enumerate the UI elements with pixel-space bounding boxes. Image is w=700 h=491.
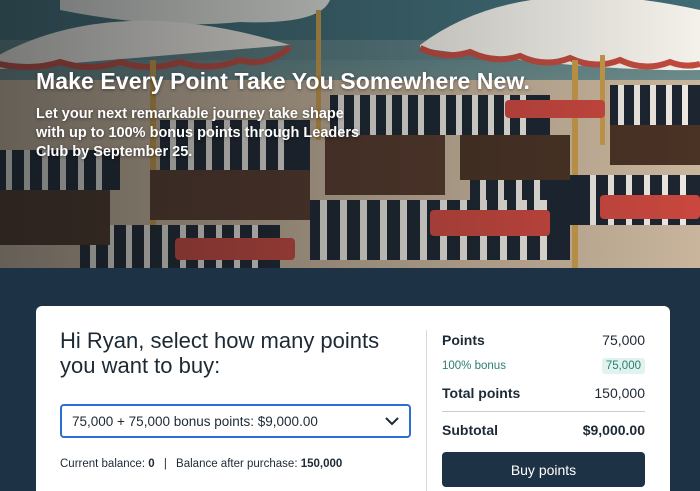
balance-separator: | [163,458,167,470]
chevron-down-icon [385,414,399,428]
points-label: Points [442,332,485,348]
points-package-select[interactable]: 75,000 + 75,000 bonus points: $9,000.00 [60,404,411,438]
purchase-card: Hi Ryan, select how many points you want… [36,306,670,491]
hero-banner: Make Every Point Take You Somewhere New.… [0,0,700,268]
current-balance-label: Current balance: [60,458,146,470]
current-balance-value: 0 [148,458,155,470]
hero-subtitle: Let your next remarkable journey take sh… [36,106,360,160]
after-purchase-value: 150,000 [300,458,343,470]
total-points-row: Total points 150,000 [442,383,645,403]
hero-title: Make Every Point Take You Somewhere New. [36,68,530,94]
subtotal-row: Subtotal $9,000.00 [442,420,645,440]
vertical-divider [426,330,427,491]
balance-line: Current balance: 0 | Balance after purch… [60,458,342,470]
bonus-value-badge: 75,000 [601,358,645,374]
greeting-heading: Hi Ryan, select how many points you want… [60,328,380,378]
after-purchase-label: Balance after purchase: [176,458,298,470]
selected-package: 75,000 + 75,000 bonus points: $9,000.00 [72,413,318,429]
subtotal-value: $9,000.00 [582,422,645,438]
points-row: Points 75,000 [442,330,645,350]
order-summary: Points 75,000 100% bonus 75,000 Total po… [442,330,645,487]
points-value: 75,000 [602,332,645,348]
bonus-label: 100% bonus [442,360,506,372]
points-selection-panel: Hi Ryan, select how many points you want… [60,328,412,470]
summary-divider [442,411,645,412]
subtotal-label: Subtotal [442,422,498,438]
bonus-row: 100% bonus 75,000 [442,356,645,376]
total-points-label: Total points [442,385,521,401]
total-points-value: 150,000 [594,385,645,401]
buy-points-button[interactable]: Buy points [442,452,645,487]
